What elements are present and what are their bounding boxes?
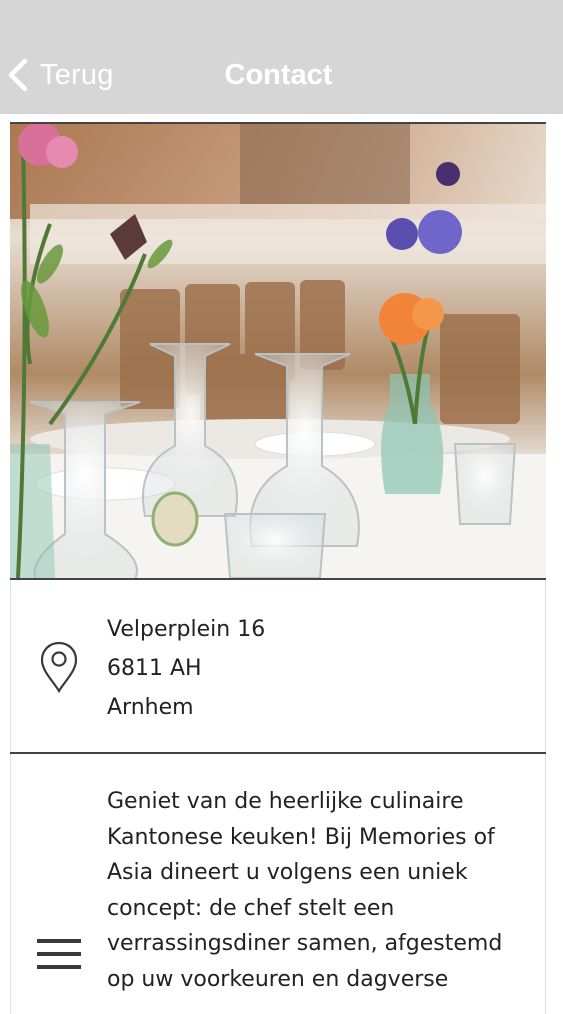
- address-postcode: 6811 AH: [107, 656, 202, 681]
- address-text: Velperplein 16 6811 AH Arnhem: [107, 610, 265, 727]
- address-row[interactable]: Velperplein 16 6811 AH Arnhem: [10, 580, 546, 752]
- page-title: Contact: [224, 59, 333, 91]
- hero-image: [10, 124, 546, 578]
- menu-icon: [37, 939, 81, 969]
- description-row: Geniet van de heerlijke culinaire Kanton…: [10, 754, 546, 1014]
- map-pin-icon: [40, 641, 78, 694]
- address-street: Velperplein 16: [107, 617, 266, 642]
- contact-content: Velperplein 16 6811 AH Arnhem Geniet van…: [10, 122, 546, 1014]
- address-city: Arnhem: [107, 695, 194, 720]
- navigation-bar: Terug Contact: [0, 0, 563, 114]
- description-text: Geniet van de heerlijke culinaire Kanton…: [107, 789, 503, 992]
